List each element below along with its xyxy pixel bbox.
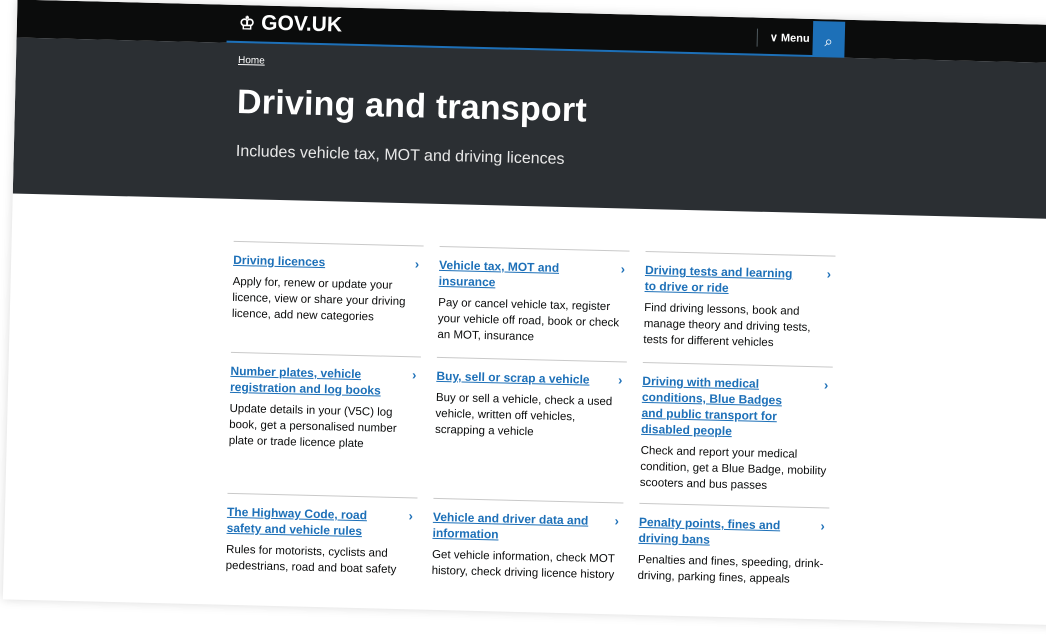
topic-card: Vehicle tax, MOT and insurance › Pay or … bbox=[436, 245, 630, 362]
page-title: Driving and transport bbox=[236, 82, 588, 130]
topic-link[interactable]: Vehicle and driver data and information bbox=[432, 509, 593, 545]
chevron-right-icon: › bbox=[411, 367, 417, 383]
topic-link[interactable]: Driving with medical conditions, Blue Ba… bbox=[641, 373, 803, 441]
topic-card: Number plates, vehicle registration and … bbox=[227, 351, 421, 498]
topic-link[interactable]: Number plates, vehicle registration and … bbox=[230, 363, 391, 399]
topic-link[interactable]: Penalty points, fines and driving bans bbox=[638, 514, 799, 550]
topic-card: Penalty points, fines and driving bans ›… bbox=[637, 502, 830, 599]
govuk-page: ♔ GOV.UK ∨ Menu ⌕ Home Driving and trans… bbox=[2, 0, 1046, 626]
page-subtitle: Includes vehicle tax, MOT and driving li… bbox=[235, 142, 565, 168]
topic-card: Driving tests and learning to drive or r… bbox=[642, 250, 836, 367]
topic-description: Pay or cancel vehicle tax, register your… bbox=[437, 296, 620, 344]
topic-link[interactable]: Vehicle tax, MOT and insurance bbox=[439, 257, 600, 293]
chevron-right-icon: › bbox=[408, 508, 414, 524]
topic-card: Vehicle and driver data and information … bbox=[431, 497, 624, 594]
topic-description: Rules for motorists, cyclists and pedest… bbox=[225, 543, 397, 576]
topic-card: Driving licences › Apply for, renew or u… bbox=[230, 240, 424, 357]
chevron-right-icon: › bbox=[414, 256, 420, 272]
breadcrumb-home-link[interactable]: Home bbox=[238, 55, 265, 67]
topic-description: Check and report your medical condition,… bbox=[639, 444, 827, 493]
topic-grid: Driving licences › Apply for, renew or u… bbox=[225, 240, 836, 599]
chevron-right-icon: › bbox=[620, 261, 626, 277]
chevron-right-icon: › bbox=[617, 372, 623, 388]
crown-icon: ♔ bbox=[238, 12, 256, 33]
topic-link[interactable]: Driving licences bbox=[233, 252, 393, 272]
govuk-logo[interactable]: ♔ GOV.UK bbox=[239, 11, 343, 38]
topic-description: Buy or sell a vehicle, check a used vehi… bbox=[434, 391, 613, 439]
topic-description: Update details in your (V5C) log book, g… bbox=[228, 402, 397, 451]
hero-banner: Home Driving and transport Includes vehi… bbox=[12, 37, 1046, 220]
topic-description: Get vehicle information, check MOT histo… bbox=[431, 548, 615, 582]
topic-description: Penalties and fines, speeding, drink-dri… bbox=[637, 553, 824, 586]
topic-link[interactable]: The Highway Code, road safety and vehicl… bbox=[226, 504, 387, 540]
chevron-right-icon: › bbox=[826, 266, 832, 282]
topic-link[interactable]: Driving tests and learning to drive or r… bbox=[645, 262, 806, 298]
topic-description: Find driving lessons, book and manage th… bbox=[643, 301, 811, 350]
topic-description: Apply for, renew or update your licence,… bbox=[231, 275, 406, 324]
logo-text: GOV.UK bbox=[260, 11, 343, 37]
menu-button[interactable]: ∨ Menu bbox=[756, 28, 810, 48]
topic-card: Buy, sell or scrap a vehicle › Buy or se… bbox=[433, 356, 627, 503]
chevron-right-icon: › bbox=[820, 518, 826, 534]
topic-card: Driving with medical conditions, Blue Ba… bbox=[639, 361, 833, 508]
topic-link[interactable]: Buy, sell or scrap a vehicle bbox=[436, 368, 596, 388]
search-icon: ⌕ bbox=[824, 32, 834, 50]
screenshot-frame: ♔ GOV.UK ∨ Menu ⌕ Home Driving and trans… bbox=[0, 0, 1046, 639]
chevron-right-icon: › bbox=[614, 513, 620, 529]
topic-card: The Highway Code, road safety and vehicl… bbox=[225, 492, 418, 589]
chevron-right-icon: › bbox=[823, 377, 829, 393]
